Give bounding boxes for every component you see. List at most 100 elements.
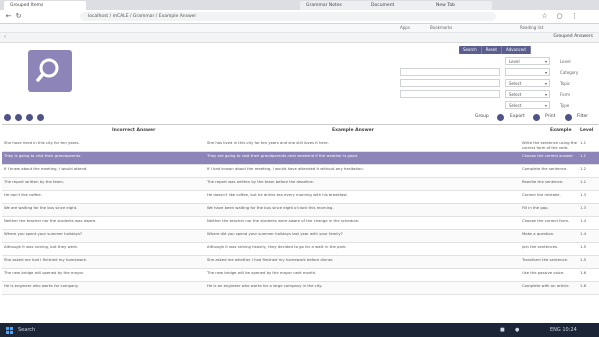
cell-example: Choose the correct form. bbox=[522, 218, 570, 223]
app-icon[interactable]: ■ bbox=[500, 326, 505, 334]
cell-level: 1.6 bbox=[580, 283, 587, 288]
table-row[interactable]: 1.3 Correct the mistake. He doesn't like c… bbox=[2, 191, 599, 204]
cell-level: 1.4 bbox=[580, 218, 587, 223]
level-label: Level bbox=[560, 59, 571, 64]
cell-answer: The new bridge will be opened by the may… bbox=[207, 270, 317, 275]
search-actions: Search Reset Advanced bbox=[459, 46, 531, 54]
cell-answer: She has lived in this city for ten years… bbox=[207, 140, 329, 145]
topic-input[interactable] bbox=[400, 79, 500, 87]
col-header-answer[interactable]: Example Answer bbox=[332, 128, 374, 133]
first-page-icon[interactable] bbox=[4, 114, 11, 121]
table-row[interactable]: 1.5 Transform the sentence. She asked me w… bbox=[2, 256, 599, 269]
bookmark-item[interactable]: Bookmarks bbox=[430, 25, 452, 30]
clock-text: ENG 10:24 bbox=[550, 327, 577, 333]
cell-example: Rewrite the sentence. bbox=[522, 179, 564, 184]
table-row[interactable]: 1.1 Write the sentence using the correct … bbox=[2, 139, 599, 152]
cell-incorrect: He don't like coffee. bbox=[4, 192, 42, 197]
page-title: Grouped Answers bbox=[553, 34, 593, 39]
type-label: Type bbox=[560, 103, 570, 108]
category-select[interactable]: ▾ bbox=[505, 68, 550, 76]
group-icon[interactable] bbox=[497, 114, 504, 121]
cell-level: 1.4 bbox=[580, 231, 587, 236]
cell-example: Transform the sentence. bbox=[522, 257, 569, 262]
taskbar-search[interactable]: Search bbox=[18, 326, 35, 334]
form-select[interactable]: Select ▾ bbox=[505, 90, 550, 98]
cell-example: Complete the sentence. bbox=[522, 166, 568, 171]
cell-answer: He doesn't like coffee, but he drinks te… bbox=[207, 192, 348, 197]
cell-incorrect: Although it was raining, but they went. bbox=[4, 244, 79, 249]
cell-level: 1.1 bbox=[580, 140, 587, 145]
cell-answer: If I had known about the meeting, I woul… bbox=[207, 166, 364, 171]
advanced-button[interactable]: Advanced bbox=[502, 46, 531, 54]
bookmark-item[interactable]: Reading list bbox=[520, 25, 543, 30]
back-icon[interactable]: ← bbox=[4, 12, 13, 21]
category-input[interactable] bbox=[400, 68, 500, 76]
cell-incorrect: The new bridge will opened by the mayor. bbox=[4, 270, 84, 275]
cell-level: 1.1 bbox=[580, 153, 587, 158]
table-row[interactable]: 1.1 Choose the correct answer. They are go… bbox=[2, 152, 599, 165]
level-select[interactable]: Level ▾ bbox=[505, 57, 550, 65]
print-icon[interactable] bbox=[565, 114, 572, 121]
table-row[interactable]: 1.2 Rewrite the sentence. The report was w… bbox=[2, 178, 599, 191]
cell-level: 1.2 bbox=[580, 179, 587, 184]
extensions-icon[interactable]: ○ bbox=[555, 12, 564, 21]
grid-header: Level Example Example Answer Incorrect A… bbox=[2, 124, 599, 140]
url-input[interactable]: localhost / mCALE / Grammar / Example An… bbox=[80, 12, 496, 21]
cell-level: 1.3 bbox=[580, 192, 587, 197]
type-select[interactable]: Select ▾ bbox=[505, 101, 550, 109]
category-label: Category bbox=[560, 70, 579, 75]
cell-incorrect: If I knew about the meeting, I would att… bbox=[4, 166, 88, 171]
last-page-icon[interactable] bbox=[37, 114, 44, 121]
table-row[interactable]: 1.6 Use the passive voice. The new bridge … bbox=[2, 269, 599, 282]
cell-incorrect: We are waiting for the bus since eight. bbox=[4, 205, 78, 210]
cell-example: Complete with an article. bbox=[522, 283, 570, 288]
bookmarks-bar: Apps Bookmarks Reading list bbox=[0, 24, 599, 33]
table-row[interactable]: 1.5 Join the sentences. Although it was ra… bbox=[2, 243, 599, 256]
form-label: Form bbox=[560, 92, 571, 97]
cell-incorrect: Where you spent your summer holidays? bbox=[4, 231, 82, 236]
cell-incorrect: He is engineer who works for company. bbox=[4, 283, 79, 288]
star-icon[interactable]: ☆ bbox=[540, 12, 549, 21]
topic-select[interactable]: Select ▾ bbox=[505, 79, 550, 87]
col-header-example[interactable]: Example bbox=[550, 128, 572, 133]
reset-button[interactable]: Reset bbox=[482, 46, 502, 54]
browser-tab-1[interactable]: Grouped Items bbox=[4, 1, 86, 10]
form-input[interactable] bbox=[400, 90, 500, 98]
table-row[interactable]: 1.3 Fill in the gap. We have been waiting … bbox=[2, 204, 599, 217]
reload-icon[interactable]: ↻ bbox=[14, 12, 23, 21]
col-header-level[interactable]: Level bbox=[580, 128, 593, 133]
cell-incorrect: She have lived in this city for ten year… bbox=[4, 140, 80, 145]
table-row[interactable]: 1.4 Choose the correct form. Neither the t… bbox=[2, 217, 599, 230]
toolbar-filter[interactable]: Filter bbox=[577, 114, 588, 119]
cell-example: Write the sentence using the correct for… bbox=[522, 140, 577, 150]
export-icon[interactable] bbox=[533, 114, 540, 121]
cell-answer: Neither the teacher nor the students wer… bbox=[207, 218, 360, 223]
toolbar-export[interactable]: Export bbox=[510, 114, 525, 119]
prev-page-icon[interactable] bbox=[15, 114, 22, 121]
windows-start-icon[interactable] bbox=[6, 327, 13, 334]
topic-label: Topic bbox=[560, 81, 571, 86]
chevron-down-icon: ▾ bbox=[544, 81, 547, 86]
cell-example: Fill in the gap. bbox=[522, 205, 549, 210]
browser-tab-bar: Grouped Items Grammar Notes Document New… bbox=[0, 0, 599, 10]
browser-tab-3[interactable]: Document bbox=[365, 1, 437, 10]
browser-tab-4[interactable]: New Tab bbox=[430, 1, 492, 10]
bookmark-item[interactable]: Apps bbox=[400, 25, 410, 30]
browser-tab-2[interactable]: Grammar Notes bbox=[300, 1, 372, 10]
collapse-icon[interactable]: ‹ bbox=[4, 34, 6, 40]
table-row[interactable]: 1.2 Complete the sentence. If I had known … bbox=[2, 165, 599, 178]
browser-icon[interactable]: ● bbox=[515, 326, 519, 334]
table-row[interactable]: 1.4 Make a question. Where did you spend y… bbox=[2, 230, 599, 243]
chevron-down-icon: ▾ bbox=[544, 59, 547, 64]
next-page-icon[interactable] bbox=[26, 114, 33, 121]
toolbar-print[interactable]: Print bbox=[545, 114, 555, 119]
cell-answer: The report was written by the team befor… bbox=[207, 179, 315, 184]
col-header-incorrect[interactable]: Incorrect Answer bbox=[112, 128, 155, 133]
cell-level: 1.5 bbox=[580, 244, 587, 249]
menu-icon[interactable]: ⋮ bbox=[570, 12, 579, 21]
search-button[interactable]: Search bbox=[459, 46, 482, 54]
cell-level: 1.5 bbox=[580, 257, 587, 262]
table-row[interactable]: 1.6 Complete with an article. He is an eng… bbox=[2, 282, 599, 295]
toolbar-group[interactable]: Group bbox=[475, 114, 489, 119]
cell-example: Choose the correct answer. bbox=[522, 153, 574, 158]
